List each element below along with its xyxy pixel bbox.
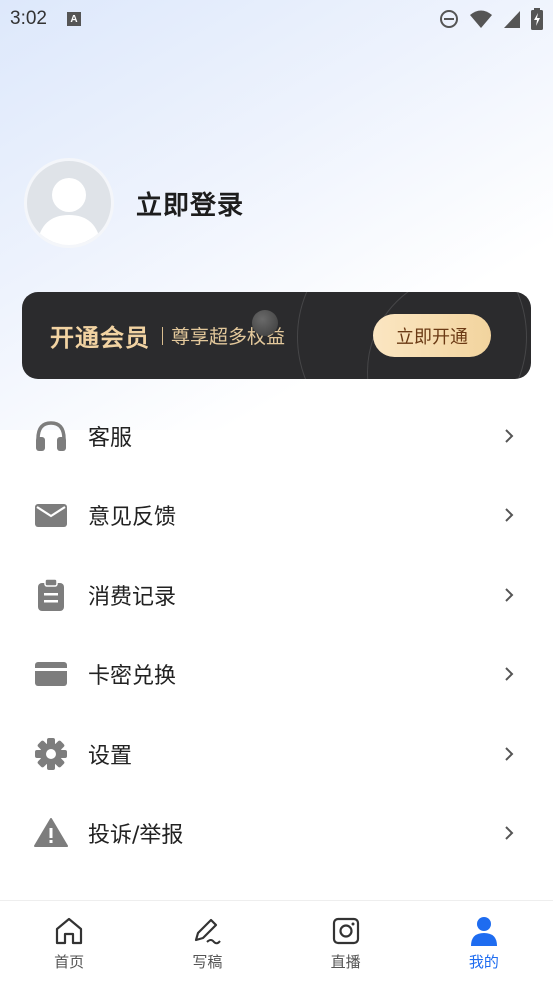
status-bar: 3:02 A <box>0 0 553 38</box>
tab-live[interactable]: 直播 <box>277 901 415 984</box>
tab-mine[interactable]: 我的 <box>415 901 553 984</box>
menu-item-purchase-history[interactable]: 消费记录 <box>0 555 553 635</box>
keyboard-a-icon: A <box>66 12 81 26</box>
signal-icon <box>504 11 520 28</box>
vip-decor-ball <box>252 310 278 336</box>
status-time: 3:02 <box>10 8 47 29</box>
default-avatar-icon <box>37 178 101 245</box>
wifi-icon <box>470 10 492 28</box>
tab-label: 首页 <box>54 953 85 971</box>
chevron-right-icon <box>505 667 514 681</box>
bottom-tab-bar: 首页 写稿 直播 我的 <box>0 900 553 984</box>
status-icons <box>439 8 543 30</box>
person-icon <box>470 917 497 946</box>
avatar[interactable] <box>24 158 114 248</box>
tab-home[interactable]: 首页 <box>0 901 138 984</box>
chevron-right-icon <box>505 429 514 443</box>
menu-item-customer-service[interactable]: 客服 <box>0 396 553 476</box>
menu-label: 意见反馈 <box>88 505 177 531</box>
vip-title: 开通会员 <box>50 324 150 352</box>
profile-section[interactable]: 立即登录 <box>24 158 244 248</box>
menu-list: 客服 意见反馈 消费记录 卡密兑换 设置 投诉/举报 <box>0 396 553 873</box>
chevron-right-icon <box>505 747 514 761</box>
chevron-right-icon <box>505 508 514 522</box>
chevron-right-icon <box>505 588 514 602</box>
vip-divider <box>162 326 163 345</box>
battery-icon <box>531 8 543 30</box>
menu-item-report[interactable]: 投诉/举报 <box>0 794 553 874</box>
mail-icon <box>34 498 68 532</box>
card-icon <box>34 657 68 691</box>
tab-label: 写稿 <box>192 953 223 971</box>
tab-label: 直播 <box>330 953 361 971</box>
login-link[interactable]: 立即登录 <box>136 185 244 222</box>
menu-label: 消费记录 <box>88 584 177 610</box>
chevron-right-icon <box>505 826 514 840</box>
menu-item-settings[interactable]: 设置 <box>0 714 553 794</box>
menu-item-feedback[interactable]: 意见反馈 <box>0 476 553 556</box>
tab-write[interactable]: 写稿 <box>138 901 276 984</box>
tab-label: 我的 <box>468 953 499 971</box>
home-icon <box>56 917 83 945</box>
pen-icon <box>195 918 222 945</box>
menu-label: 设置 <box>88 743 133 769</box>
menu-item-card-redeem[interactable]: 卡密兑换 <box>0 635 553 715</box>
gear-icon <box>34 737 68 771</box>
menu-label: 客服 <box>88 425 133 451</box>
warning-icon <box>34 816 68 850</box>
clipboard-icon <box>34 578 68 612</box>
dnd-icon <box>440 10 458 28</box>
menu-label: 卡密兑换 <box>88 664 177 690</box>
vip-banner[interactable]: 开通会员 尊享超多权益 立即开通 <box>22 292 531 379</box>
headset-icon <box>34 419 68 453</box>
camera-icon <box>332 917 359 945</box>
menu-label: 投诉/举报 <box>88 823 184 849</box>
open-vip-button[interactable]: 立即开通 <box>373 314 491 357</box>
